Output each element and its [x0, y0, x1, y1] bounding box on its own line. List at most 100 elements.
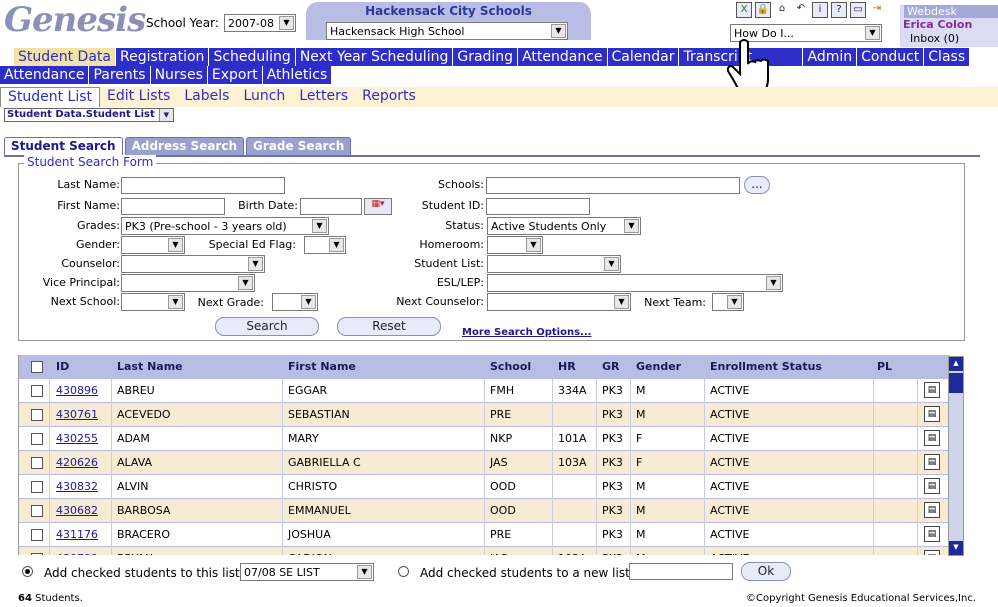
- table-row[interactable]: 430832 ALVIN CHRISTO OOD PK3 M ACTIVE ▤: [19, 475, 950, 499]
- computer-icon[interactable]: ▭: [850, 2, 866, 18]
- nav-student-data[interactable]: Student Data: [14, 48, 116, 66]
- col-first-name[interactable]: First Name: [288, 360, 356, 373]
- col-gr[interactable]: GR: [602, 360, 620, 373]
- school-select[interactable]: Hackensack High School ▼: [326, 22, 568, 40]
- table-scrollbar[interactable]: ▲ ▼: [948, 356, 964, 556]
- student-id-input[interactable]: [486, 198, 590, 215]
- row-checkbox[interactable]: [31, 457, 43, 469]
- cell-id[interactable]: 430832: [56, 480, 98, 493]
- existing-list-select[interactable]: 07/08 SE LIST ▼: [240, 563, 374, 581]
- back-arrow-icon[interactable]: ↶: [793, 2, 809, 18]
- table-row[interactable]: 430255 ADAM MARY NKP 101A PK3 F ACTIVE ▤: [19, 427, 950, 451]
- homeroom-select[interactable]: ▼: [487, 236, 543, 254]
- nav-calendar[interactable]: Calendar: [607, 48, 680, 66]
- nav-conduct[interactable]: Conduct: [857, 48, 925, 66]
- table-row[interactable]: 431176 BRACERO JOSHUA PRE PK3 M ACTIVE ▤: [19, 523, 950, 547]
- nav-export[interactable]: Export: [207, 66, 263, 84]
- subnav-letters[interactable]: Letters: [292, 87, 355, 107]
- nav-athletics[interactable]: Athletics: [262, 66, 333, 84]
- nav-scheduling[interactable]: Scheduling: [209, 48, 296, 66]
- ok-button[interactable]: Ok: [741, 562, 791, 581]
- cell-id[interactable]: 430682: [56, 504, 98, 517]
- table-row[interactable]: 430799 BRYAN CADION JAS 103A PK3 M ACTIVE ▤: [19, 547, 950, 555]
- next-grade-select[interactable]: ▼: [272, 293, 318, 311]
- more-search-options-link[interactable]: More Search Options...: [462, 327, 591, 338]
- add-new-radio[interactable]: [398, 566, 409, 577]
- col-enrollment-status[interactable]: Enrollment Status: [710, 360, 822, 373]
- row-checkbox[interactable]: [31, 481, 43, 493]
- nav-attendance[interactable]: Attendance: [518, 48, 608, 66]
- row-checkbox[interactable]: [31, 385, 43, 397]
- search-button[interactable]: Search: [215, 317, 319, 336]
- nav-admin[interactable]: Admin: [803, 48, 858, 66]
- esl-select[interactable]: ▼: [487, 274, 783, 292]
- table-row[interactable]: 420626 ALAVA GABRIELLA C JAS 103A PK3 F ACTIVE ▤: [19, 451, 950, 475]
- col-id[interactable]: ID: [56, 360, 69, 373]
- cell-id[interactable]: 430761: [56, 408, 98, 421]
- nav-grading[interactable]: Grading: [453, 48, 519, 66]
- breadcrumb[interactable]: Student Data.Student List ▼: [4, 108, 174, 122]
- subnav-lunch[interactable]: Lunch: [236, 87, 292, 107]
- info-icon[interactable]: i: [812, 2, 828, 18]
- student-profile-icon[interactable]: ▤: [924, 382, 940, 398]
- home-icon[interactable]: ⌂: [774, 2, 790, 18]
- row-checkbox[interactable]: [31, 409, 43, 421]
- subnav-reports[interactable]: Reports: [355, 87, 423, 107]
- user-name[interactable]: Erica Colon: [903, 18, 972, 31]
- student-profile-icon[interactable]: ▤: [924, 454, 940, 470]
- row-checkbox[interactable]: [31, 433, 43, 445]
- scroll-down-icon[interactable]: ▼: [949, 541, 963, 555]
- nav-registration[interactable]: Registration: [116, 48, 210, 66]
- scroll-thumb[interactable]: [949, 373, 963, 393]
- counselor-select[interactable]: ▼: [121, 255, 265, 273]
- subnav-edit-lists[interactable]: Edit Lists: [100, 87, 177, 107]
- cell-id[interactable]: 430799: [56, 552, 98, 555]
- row-checkbox[interactable]: [31, 553, 43, 555]
- lock-icon[interactable]: 🔒: [755, 2, 771, 18]
- table-row[interactable]: 430761 ACEVEDO SEBASTIAN PRE PK3 M ACTIVE ▤: [19, 403, 950, 427]
- student-profile-icon[interactable]: ▤: [924, 526, 940, 542]
- student-profile-icon[interactable]: ▤: [924, 478, 940, 494]
- nav-attendance-2[interactable]: Attendance: [0, 66, 90, 84]
- subnav-student-list[interactable]: Student List: [0, 87, 101, 107]
- excel-icon[interactable]: X: [736, 2, 752, 18]
- status-select[interactable]: Active Students Only ▼: [487, 217, 641, 235]
- scroll-up-icon[interactable]: ▲: [949, 357, 963, 371]
- special-ed-select[interactable]: ▼: [304, 236, 346, 254]
- cell-id[interactable]: 430255: [56, 432, 98, 445]
- reset-button[interactable]: Reset: [337, 317, 441, 336]
- student-profile-icon[interactable]: ▤: [924, 550, 940, 555]
- col-last-name[interactable]: Last Name: [117, 360, 183, 373]
- col-school[interactable]: School: [490, 360, 531, 373]
- row-checkbox[interactable]: [31, 505, 43, 517]
- next-counselor-select[interactable]: ▼: [487, 293, 631, 311]
- select-all-checkbox[interactable]: [31, 361, 43, 373]
- logout-icon[interactable]: ⇥: [869, 2, 885, 18]
- nav-next-year-scheduling[interactable]: Next Year Scheduling: [295, 48, 454, 66]
- col-pl[interactable]: PL: [877, 360, 892, 373]
- tab-student-search[interactable]: Student Search: [4, 137, 123, 155]
- tab-grade-search[interactable]: Grade Search: [246, 137, 352, 155]
- grades-select[interactable]: PK3 (Pre-school - 3 years old) ▼: [121, 217, 329, 235]
- add-existing-radio[interactable]: [22, 566, 33, 577]
- col-hr[interactable]: HR: [558, 360, 576, 373]
- birth-date-input[interactable]: [300, 198, 362, 215]
- cell-id[interactable]: 431176: [56, 528, 98, 541]
- cell-id[interactable]: 420626: [56, 456, 98, 469]
- inbox-link[interactable]: Inbox (0): [910, 32, 959, 45]
- student-list-select[interactable]: ▼: [487, 255, 621, 273]
- new-list-name-input[interactable]: [629, 563, 733, 580]
- col-gender[interactable]: Gender: [636, 360, 681, 373]
- row-checkbox[interactable]: [31, 529, 43, 541]
- table-row[interactable]: 430682 BARBOSA EMMANUEL OOD PK3 M ACTIVE ▤: [19, 499, 950, 523]
- subnav-labels[interactable]: Labels: [177, 87, 236, 107]
- next-team-select[interactable]: ▼: [712, 293, 744, 311]
- nav-nurses[interactable]: Nurses: [150, 66, 208, 84]
- last-name-input[interactable]: [121, 177, 285, 194]
- schools-input[interactable]: [486, 177, 740, 194]
- gender-select[interactable]: ▼: [121, 236, 185, 254]
- student-profile-icon[interactable]: ▤: [924, 430, 940, 446]
- student-profile-icon[interactable]: ▤: [924, 406, 940, 422]
- schools-browse-button[interactable]: ...: [744, 176, 770, 194]
- nav-parents[interactable]: Parents: [89, 66, 151, 84]
